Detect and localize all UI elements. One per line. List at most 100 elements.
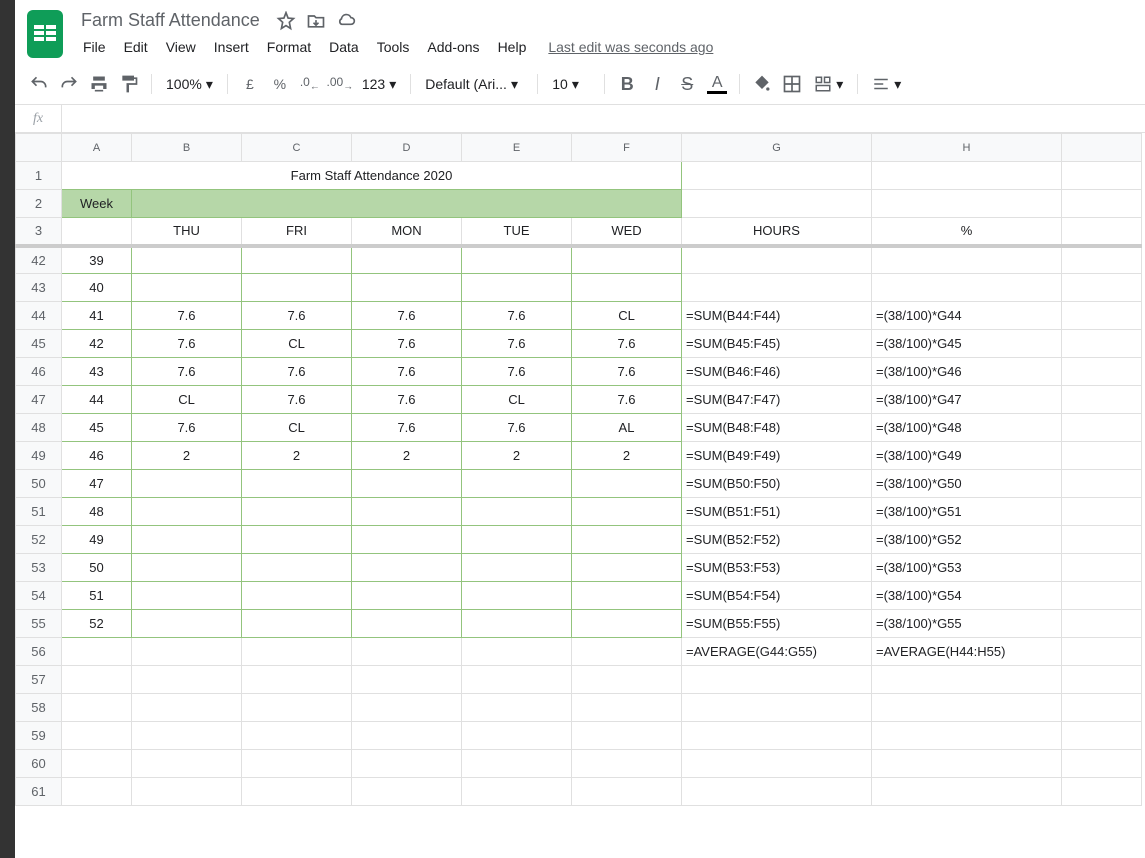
corner-cell[interactable] xyxy=(16,134,62,162)
cell[interactable]: 7.6 xyxy=(132,302,242,330)
cell[interactable] xyxy=(1062,358,1142,386)
italic-button[interactable]: I xyxy=(643,70,671,98)
cell[interactable] xyxy=(462,274,572,302)
cell[interactable]: =(38/100)*G46 xyxy=(872,358,1062,386)
cell[interactable] xyxy=(462,554,572,582)
cell[interactable]: 52 xyxy=(62,610,132,638)
cell[interactable] xyxy=(352,750,462,778)
cell[interactable]: 44 xyxy=(62,386,132,414)
menu-help[interactable]: Help xyxy=(490,35,535,59)
cell[interactable] xyxy=(872,722,1062,750)
cell[interactable]: 7.6 xyxy=(462,414,572,442)
row-header[interactable]: 57 xyxy=(16,666,62,694)
cell[interactable] xyxy=(242,778,352,806)
cell[interactable] xyxy=(462,750,572,778)
cell[interactable]: =SUM(B52:F52) xyxy=(682,526,872,554)
cell[interactable]: =SUM(B53:F53) xyxy=(682,554,872,582)
cell[interactable] xyxy=(1062,274,1142,302)
cell[interactable]: 7.6 xyxy=(462,302,572,330)
cell[interactable]: 42 xyxy=(62,330,132,358)
cell[interactable] xyxy=(242,638,352,666)
cell[interactable] xyxy=(462,666,572,694)
cell[interactable] xyxy=(352,526,462,554)
align-button[interactable]: ▾ xyxy=(866,75,907,93)
header-mon[interactable]: MON xyxy=(352,218,462,246)
cell[interactable] xyxy=(1062,638,1142,666)
cell[interactable]: =(38/100)*G44 xyxy=(872,302,1062,330)
cell[interactable] xyxy=(1062,750,1142,778)
cell[interactable] xyxy=(132,582,242,610)
cell[interactable] xyxy=(242,666,352,694)
cell[interactable]: =(38/100)*G45 xyxy=(872,330,1062,358)
cell[interactable] xyxy=(572,526,682,554)
cell[interactable]: 2 xyxy=(352,442,462,470)
cell[interactable]: =SUM(B50:F50) xyxy=(682,470,872,498)
col-header-G[interactable]: G xyxy=(682,134,872,162)
cell[interactable] xyxy=(132,638,242,666)
cell[interactable] xyxy=(242,694,352,722)
cell[interactable]: 7.6 xyxy=(462,358,572,386)
cell[interactable] xyxy=(462,526,572,554)
row-header[interactable]: 49 xyxy=(16,442,62,470)
cell[interactable] xyxy=(242,498,352,526)
cell[interactable]: =SUM(B48:F48) xyxy=(682,414,872,442)
cell[interactable]: 7.6 xyxy=(572,386,682,414)
percent-button[interactable]: % xyxy=(266,70,294,98)
cell[interactable]: 47 xyxy=(62,470,132,498)
row-header[interactable]: 2 xyxy=(16,190,62,218)
increase-decimal-button[interactable]: .00→ xyxy=(326,70,354,98)
formula-input[interactable] xyxy=(61,105,1145,132)
header-hours[interactable]: HOURS xyxy=(682,218,872,246)
cell[interactable] xyxy=(132,526,242,554)
cell[interactable]: =(38/100)*G51 xyxy=(872,498,1062,526)
cell[interactable] xyxy=(242,470,352,498)
cell[interactable] xyxy=(62,694,132,722)
cell[interactable]: =AVERAGE(H44:H55) xyxy=(872,638,1062,666)
header-percent[interactable]: % xyxy=(872,218,1062,246)
print-icon[interactable] xyxy=(85,70,113,98)
col-header-C[interactable]: C xyxy=(242,134,352,162)
cell[interactable] xyxy=(682,666,872,694)
cell[interactable] xyxy=(352,274,462,302)
cell[interactable]: 49 xyxy=(62,526,132,554)
cell[interactable] xyxy=(1062,554,1142,582)
cell[interactable] xyxy=(462,638,572,666)
row-header[interactable]: 45 xyxy=(16,330,62,358)
cell[interactable]: AL xyxy=(572,414,682,442)
cell[interactable]: =SUM(B44:F44) xyxy=(682,302,872,330)
row-header[interactable]: 50 xyxy=(16,470,62,498)
cell[interactable] xyxy=(132,666,242,694)
cell[interactable] xyxy=(1062,218,1142,246)
text-color-button[interactable]: A xyxy=(703,70,731,98)
cell[interactable] xyxy=(132,750,242,778)
col-header-I[interactable] xyxy=(1062,134,1142,162)
cell[interactable] xyxy=(1062,666,1142,694)
cell[interactable] xyxy=(572,666,682,694)
cell[interactable] xyxy=(242,246,352,274)
cell[interactable]: =(38/100)*G48 xyxy=(872,414,1062,442)
more-formats-button[interactable]: 123▾ xyxy=(356,76,402,93)
cell[interactable] xyxy=(572,694,682,722)
cell[interactable] xyxy=(242,750,352,778)
row-header[interactable]: 1 xyxy=(16,162,62,190)
cell[interactable]: =SUM(B51:F51) xyxy=(682,498,872,526)
week-label-cell[interactable]: Week xyxy=(62,190,132,218)
cell[interactable] xyxy=(682,246,872,274)
cell[interactable] xyxy=(62,638,132,666)
last-edit-link[interactable]: Last edit was seconds ago xyxy=(548,39,713,55)
row-header[interactable]: 3 xyxy=(16,218,62,246)
cell[interactable] xyxy=(352,246,462,274)
header-fri[interactable]: FRI xyxy=(242,218,352,246)
cell[interactable]: 7.6 xyxy=(352,330,462,358)
row-header[interactable]: 54 xyxy=(16,582,62,610)
cell[interactable]: 7.6 xyxy=(352,386,462,414)
zoom-select[interactable]: 100%▾ xyxy=(160,76,219,93)
cell[interactable] xyxy=(62,218,132,246)
cell[interactable]: =SUM(B49:F49) xyxy=(682,442,872,470)
cell[interactable] xyxy=(1062,778,1142,806)
cell[interactable] xyxy=(872,162,1062,190)
cell[interactable] xyxy=(132,610,242,638)
cell[interactable] xyxy=(352,582,462,610)
cell[interactable] xyxy=(352,638,462,666)
cell[interactable] xyxy=(872,246,1062,274)
